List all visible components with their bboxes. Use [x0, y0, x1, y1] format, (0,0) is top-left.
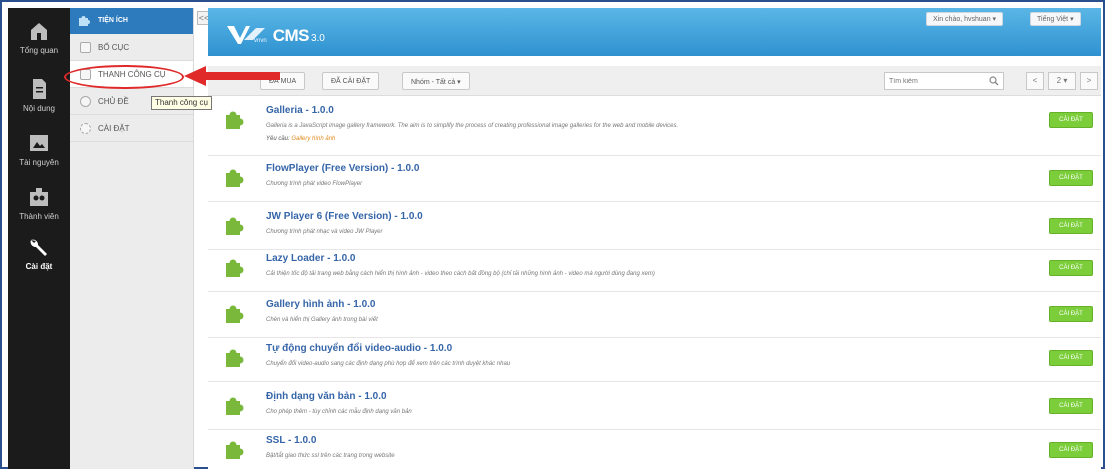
plugin-description: Chuyển đổi video-audio sang các định dạn…	[266, 361, 511, 367]
top-header: vnvn CMS 3.0 Xin chào, hvshuan ▾ Tiếng V…	[208, 8, 1101, 56]
subnav-header: TIỆN ÍCH	[70, 8, 193, 34]
user-greeting-dropdown[interactable]: Xin chào, hvshuan ▾	[926, 12, 1004, 26]
plugin-name[interactable]: Gallery hình ảnh - 1.0.0	[266, 299, 375, 310]
install-button[interactable]: CÀI ĐẶT	[1049, 398, 1093, 414]
puzzle-icon	[79, 16, 90, 26]
main-rail: Tổng quan Nội dung Tài nguyên Thành viên…	[8, 8, 70, 469]
subnav-header-label: TIỆN ÍCH	[98, 17, 128, 24]
plugin-row: Định dạng văn bản - 1.0.0 Cho phép thêm -…	[208, 384, 1101, 430]
rail-label: Cài đặt	[25, 262, 53, 271]
rail-item-resources[interactable]: Tài nguyên	[8, 132, 70, 167]
plugin-name[interactable]: Lazy Loader - 1.0.0	[266, 253, 355, 264]
plugin-name[interactable]: JW Player 6 (Free Version) - 1.0.0	[266, 211, 423, 222]
plugin-list: Galleria - 1.0.0 Galleria is a JavaScript…	[208, 96, 1101, 469]
layout-icon	[80, 42, 91, 53]
search-icon[interactable]	[989, 76, 999, 86]
plugin-name[interactable]: Galleria - 1.0.0	[266, 105, 334, 116]
annotation-oval	[64, 65, 184, 89]
install-button[interactable]: CÀI ĐẶT	[1049, 350, 1093, 366]
users-icon	[30, 188, 48, 206]
rail-item-members[interactable]: Thành viên	[8, 186, 70, 221]
puzzle-icon	[226, 305, 244, 323]
rail-item-overview[interactable]: Tổng quan	[8, 20, 70, 55]
puzzle-icon	[226, 397, 244, 415]
installed-button[interactable]: ĐÃ CÀI ĐẶT	[322, 72, 380, 90]
logo-mark-icon	[227, 26, 265, 44]
subnav-item-layout[interactable]: BỐ CỤC	[70, 34, 193, 61]
requirement-link[interactable]: Gallery hình ảnh	[291, 136, 335, 142]
gear-icon	[80, 123, 91, 134]
annotation-arrow-icon	[184, 66, 280, 86]
install-button[interactable]: CÀI ĐẶT	[1049, 306, 1093, 322]
group-filter-select[interactable]: Nhóm - Tất cả ▾	[402, 72, 470, 90]
image-icon	[30, 135, 48, 151]
install-button[interactable]: CÀI ĐẶT	[1049, 218, 1093, 234]
install-button[interactable]: CÀI ĐẶT	[1049, 170, 1093, 186]
theme-icon	[80, 96, 91, 107]
plugin-description: Cho phép thêm - tùy chỉnh các mẫu định d…	[266, 409, 412, 415]
wrench-icon	[30, 239, 47, 256]
plugin-row: JW Player 6 (Free Version) - 1.0.0 Chương…	[208, 204, 1101, 250]
puzzle-icon	[226, 441, 244, 459]
plugin-requirement: Yêu cầu: Gallery hình ảnh	[266, 136, 335, 142]
subnav-item-label: BỐ CỤC	[98, 43, 130, 52]
plugin-description: Chương trình phát video FlowPlayer	[266, 181, 363, 187]
rail-label: Thành viên	[19, 212, 59, 221]
subnav-item-settings[interactable]: CÀI ĐẶT	[70, 115, 193, 142]
search-input[interactable]	[885, 73, 981, 89]
subnav-item-label: CHỦ ĐỀ	[98, 97, 129, 106]
plugin-description: Chương trình phát nhạc và video JW Playe…	[266, 229, 383, 235]
install-button[interactable]: CÀI ĐẶT	[1049, 260, 1093, 276]
plugin-row: Tự động chuyển đổi video-audio - 1.0.0 Ch…	[208, 336, 1101, 382]
install-button[interactable]: CÀI ĐẶT	[1049, 112, 1093, 128]
plugin-row: Lazy Loader - 1.0.0 Cải thiện tốc độ tải …	[208, 246, 1101, 292]
logo: vnvn CMS 3.0	[226, 20, 325, 46]
logo-name: CMS	[272, 26, 310, 45]
plugin-row: FlowPlayer (Free Version) - 1.0.0 Chương …	[208, 156, 1101, 202]
plugin-name[interactable]: SSL - 1.0.0	[266, 435, 316, 446]
language-dropdown[interactable]: Tiếng Việt ▾	[1030, 12, 1081, 26]
puzzle-icon	[226, 169, 244, 187]
plugin-name[interactable]: Định dạng văn bản - 1.0.0	[266, 391, 387, 402]
plugin-row: Gallery hình ảnh - 1.0.0 Chèn và hiển thị…	[208, 292, 1101, 338]
requirement-label: Yêu cầu:	[266, 136, 290, 142]
app-window: Tổng quan Nội dung Tài nguyên Thành viên…	[0, 0, 1105, 469]
subnav-item-label: CÀI ĐẶT	[98, 124, 130, 133]
plugin-description: Galleria is a JavaScript image gallery f…	[266, 123, 679, 129]
puzzle-icon	[226, 111, 244, 129]
plugin-row: SSL - 1.0.0 Bật/tắt giao thức ssl trên cá…	[208, 428, 1101, 469]
search-box	[884, 72, 1004, 90]
page-select[interactable]: 2 ▾	[1048, 72, 1076, 90]
rail-label: Nội dung	[22, 104, 56, 113]
plugin-description: Cải thiện tốc độ tải trang web bằng cách…	[266, 271, 655, 277]
logo-version: 3.0	[310, 33, 325, 44]
rail-label: Tài nguyên	[19, 158, 59, 167]
plugin-name[interactable]: FlowPlayer (Free Version) - 1.0.0	[266, 163, 419, 174]
tooltip: Thanh công cụ	[151, 96, 212, 110]
rail-item-content[interactable]: Nội dung	[8, 78, 70, 113]
home-icon	[31, 23, 47, 40]
plugin-name[interactable]: Tự động chuyển đổi video-audio - 1.0.0	[266, 343, 452, 354]
puzzle-icon	[226, 217, 244, 235]
plugin-toolbar: ĐÃ MUA ĐÃ CÀI ĐẶT Nhóm - Tất cả ▾ < 2 ▾ …	[208, 66, 1101, 96]
plugin-row: Galleria - 1.0.0 Galleria is a JavaScript…	[208, 98, 1101, 156]
rail-item-settings[interactable]: Cài đặt	[8, 236, 70, 271]
document-icon	[33, 79, 46, 99]
prev-page-button[interactable]: <	[1026, 72, 1044, 90]
next-page-button[interactable]: >	[1080, 72, 1098, 90]
plugin-description: Bật/tắt giao thức ssl trên các trang tro…	[266, 453, 395, 459]
puzzle-icon	[226, 349, 244, 367]
plugin-description: Chèn và hiển thị Gallery ảnh trong bài v…	[266, 317, 378, 323]
puzzle-icon	[226, 259, 244, 277]
rail-label: Tổng quan	[19, 46, 59, 55]
install-button[interactable]: CÀI ĐẶT	[1049, 442, 1093, 458]
main-content: vnvn CMS 3.0 Xin chào, hvshuan ▾ Tiếng V…	[208, 8, 1101, 469]
